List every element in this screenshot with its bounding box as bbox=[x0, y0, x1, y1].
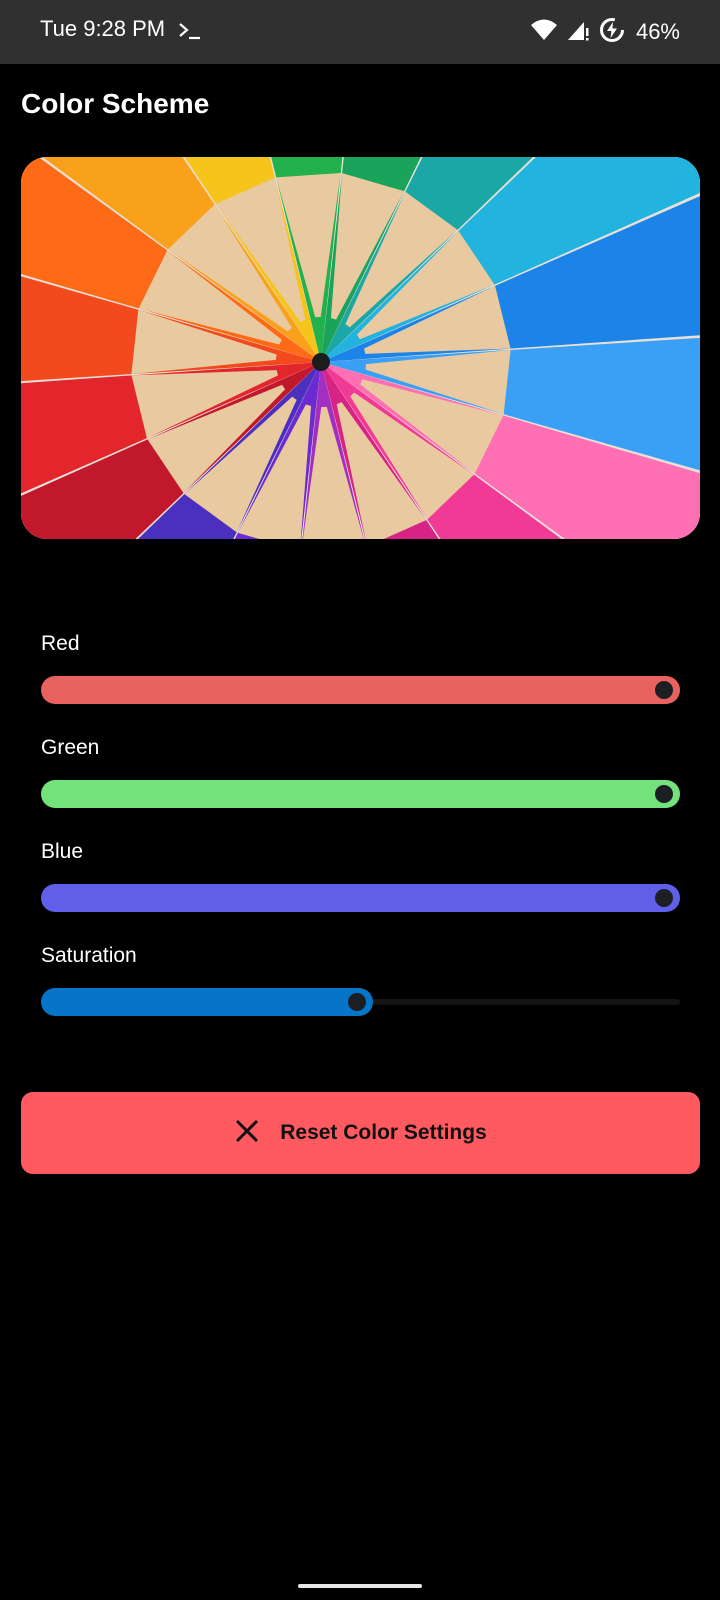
page-title: Color Scheme bbox=[21, 88, 210, 119]
status-bar: Tue 9:28 PM 46% bbox=[0, 0, 720, 64]
slider-green: Green bbox=[41, 736, 680, 808]
slider-saturation-track[interactable] bbox=[41, 988, 680, 1016]
slider-saturation-label: Saturation bbox=[41, 944, 137, 967]
slider-green-fill bbox=[41, 780, 680, 808]
slider-blue-thumb[interactable] bbox=[655, 889, 673, 907]
status-time: Tue 9:28 PM bbox=[40, 16, 166, 41]
colored-pencils-image bbox=[21, 157, 700, 539]
slider-saturation-fill bbox=[41, 988, 373, 1016]
slider-blue-track[interactable] bbox=[41, 884, 680, 912]
slider-red: Red bbox=[41, 632, 680, 704]
slider-blue: Blue bbox=[41, 840, 680, 912]
pencil-center bbox=[312, 353, 330, 371]
slider-blue-label: Blue bbox=[41, 840, 84, 863]
slider-red-track[interactable] bbox=[41, 676, 680, 704]
battery-saver-icon bbox=[598, 16, 626, 49]
slider-saturation-thumb[interactable] bbox=[348, 993, 366, 1011]
wifi-icon bbox=[530, 18, 558, 47]
terminal-icon bbox=[178, 19, 202, 43]
slider-red-fill bbox=[41, 676, 680, 704]
home-indicator[interactable] bbox=[298, 1584, 422, 1588]
signal-icon bbox=[566, 18, 590, 47]
battery-percent: 46% bbox=[635, 19, 680, 44]
slider-saturation: Saturation bbox=[41, 944, 680, 1016]
slider-green-track[interactable] bbox=[41, 780, 680, 808]
slider-green-label: Green bbox=[41, 736, 100, 759]
close-icon bbox=[234, 1118, 260, 1149]
slider-green-thumb[interactable] bbox=[655, 785, 673, 803]
slider-blue-fill bbox=[41, 884, 680, 912]
reset-button-label: Reset Color Settings bbox=[280, 1121, 487, 1144]
reset-color-settings-button[interactable]: Reset Color Settings bbox=[21, 1092, 700, 1174]
status-icons: 46% bbox=[530, 16, 680, 48]
slider-red-thumb[interactable] bbox=[655, 681, 673, 699]
slider-red-label: Red bbox=[41, 632, 80, 655]
